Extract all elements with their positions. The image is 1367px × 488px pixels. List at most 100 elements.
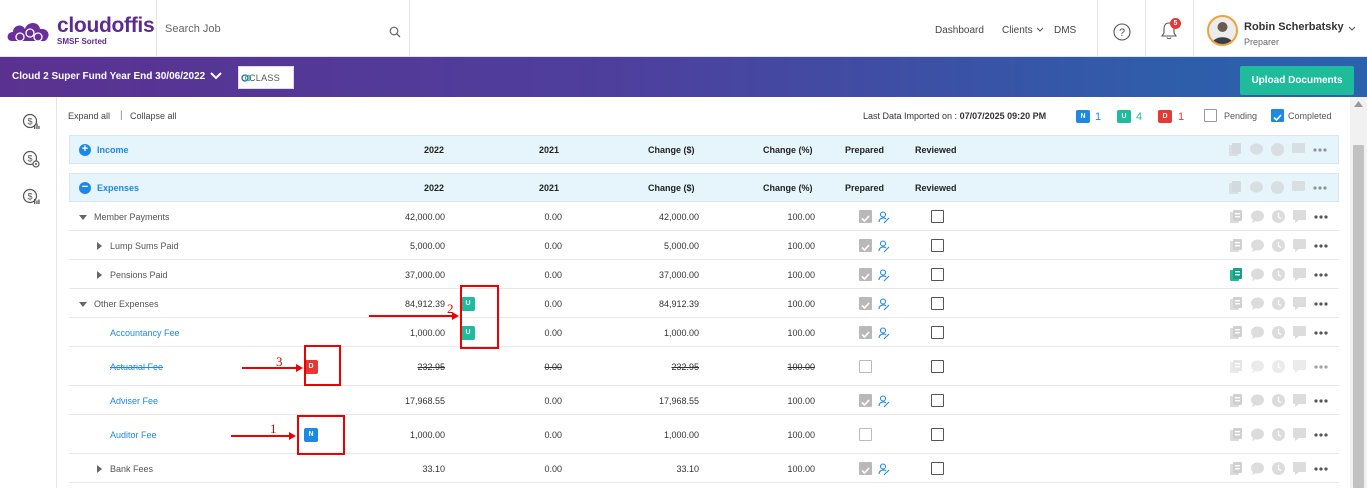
reviewed-checkbox[interactable] [931, 462, 944, 475]
note-icon[interactable] [1292, 359, 1307, 374]
document-icon[interactable] [1229, 461, 1244, 476]
history-icon[interactable] [1271, 296, 1286, 311]
more-icon[interactable] [1314, 467, 1328, 471]
expand-all-link[interactable]: Expand all [68, 111, 110, 121]
comment-icon[interactable] [1250, 325, 1265, 340]
note-icon[interactable] [1291, 180, 1306, 195]
document-icon[interactable] [1229, 325, 1244, 340]
nav-dashboard[interactable]: Dashboard [935, 25, 984, 36]
dollar-list-icon[interactable]: $ [22, 188, 40, 206]
history-icon[interactable] [1271, 427, 1286, 442]
history-icon[interactable] [1271, 238, 1286, 253]
notifications-button[interactable]: 5 [1148, 0, 1196, 57]
history-icon[interactable] [1270, 142, 1285, 157]
document-icon[interactable] [1229, 359, 1244, 374]
caret-down-icon[interactable] [79, 213, 87, 221]
row-label[interactable]: Adviser Fee [110, 396, 158, 406]
more-icon[interactable] [1313, 148, 1327, 152]
prepared-checkbox[interactable] [859, 360, 872, 373]
history-icon[interactable] [1271, 325, 1286, 340]
table-row[interactable]: Other Expenses 84,912.39 0.00 84,912.39 100.… [69, 289, 1339, 318]
document-icon[interactable] [1228, 142, 1243, 157]
pending-checkbox[interactable] [1204, 109, 1217, 122]
caret-down-icon[interactable] [79, 300, 87, 308]
note-icon[interactable] [1292, 325, 1307, 340]
document-icon[interactable] [1229, 267, 1244, 282]
upload-documents-button[interactable]: Upload Documents [1240, 66, 1354, 95]
expenses-section-header[interactable]: − Expenses 2022 2021 Change ($) Change (… [69, 173, 1339, 202]
prepared-checkbox[interactable] [859, 326, 872, 339]
history-icon[interactable] [1271, 359, 1286, 374]
more-icon[interactable] [1314, 244, 1328, 248]
table-row[interactable]: Member Payments 42,000.00 0.00 42,000.00 100… [69, 202, 1339, 231]
table-row[interactable]: Lump Sums Paid 5,000.00 0.00 5,000.00 100.00 [69, 231, 1339, 260]
more-icon[interactable] [1314, 273, 1328, 277]
note-icon[interactable] [1292, 238, 1307, 253]
note-icon[interactable] [1292, 461, 1307, 476]
user-menu[interactable]: Robin Scherbatsky Preparer [1196, 0, 1364, 57]
reviewed-checkbox[interactable] [931, 428, 944, 441]
history-icon[interactable] [1271, 461, 1286, 476]
comment-icon[interactable] [1249, 180, 1264, 195]
collapse-all-link[interactable]: Collapse all [130, 111, 177, 121]
completed-checkbox[interactable] [1271, 109, 1284, 122]
nav-dms[interactable]: DMS [1054, 25, 1076, 36]
comment-icon[interactable] [1250, 238, 1265, 253]
search-icon[interactable] [389, 26, 401, 38]
note-icon[interactable] [1292, 393, 1307, 408]
chevron-down-icon[interactable] [210, 72, 222, 80]
reviewed-checkbox[interactable] [931, 239, 944, 252]
more-icon[interactable] [1314, 331, 1328, 335]
vertical-scrollbar[interactable] [1350, 97, 1367, 488]
history-icon[interactable] [1271, 393, 1286, 408]
note-icon[interactable] [1292, 427, 1307, 442]
caret-right-icon[interactable] [95, 465, 103, 473]
comment-icon[interactable] [1250, 296, 1265, 311]
document-icon[interactable] [1229, 238, 1244, 253]
more-icon[interactable] [1314, 215, 1328, 219]
comment-icon[interactable] [1249, 142, 1264, 157]
prepared-checkbox[interactable] [859, 394, 872, 407]
table-row[interactable]: Adviser Fee 17,968.55 0.00 17,968.55 100.00 [69, 386, 1339, 415]
row-label[interactable]: Auditor Fee [110, 430, 157, 440]
dollar-settings-icon[interactable]: $ [22, 150, 40, 168]
note-icon[interactable] [1292, 267, 1307, 282]
table-row[interactable]: Accountancy Fee 1,000.00 0.00 1,000.00 100.0… [69, 318, 1339, 347]
note-icon[interactable] [1292, 296, 1307, 311]
more-icon[interactable] [1314, 399, 1328, 403]
collapse-icon[interactable]: − [79, 182, 91, 194]
comment-icon[interactable] [1250, 359, 1265, 374]
document-icon[interactable] [1229, 209, 1244, 224]
prepared-checkbox[interactable] [859, 462, 872, 475]
caret-right-icon[interactable] [95, 271, 103, 279]
document-icon[interactable] [1228, 180, 1243, 195]
prepared-checkbox[interactable] [859, 210, 872, 223]
income-section-header[interactable]: + Income 2022 2021 Change ($) Change (%)… [69, 135, 1339, 164]
more-icon[interactable] [1314, 433, 1328, 437]
comment-icon[interactable] [1250, 427, 1265, 442]
history-icon[interactable] [1271, 209, 1286, 224]
reviewed-checkbox[interactable] [931, 394, 944, 407]
search-input[interactable] [165, 23, 365, 35]
document-icon[interactable] [1229, 393, 1244, 408]
cloudoffis-logo[interactable]: cloudoffis SMSF Sorted [6, 14, 156, 48]
reviewed-checkbox[interactable] [931, 268, 944, 281]
document-icon[interactable] [1229, 427, 1244, 442]
prepared-checkbox[interactable] [859, 428, 872, 441]
comment-icon[interactable] [1250, 461, 1265, 476]
reviewed-checkbox[interactable] [931, 297, 944, 310]
document-icon[interactable] [1229, 296, 1244, 311]
table-row[interactable]: Pensions Paid 37,000.00 0.00 37,000.00 100.0… [69, 260, 1339, 289]
more-icon[interactable] [1313, 186, 1327, 190]
reviewed-checkbox[interactable] [931, 360, 944, 373]
scroll-thumb[interactable] [1353, 145, 1364, 488]
job-title[interactable]: Cloud 2 Super Fund Year End 30/06/2022 [12, 71, 205, 82]
prepared-checkbox[interactable] [859, 268, 872, 281]
reviewed-checkbox[interactable] [931, 210, 944, 223]
history-icon[interactable] [1270, 180, 1285, 195]
prepared-checkbox[interactable] [859, 297, 872, 310]
prepared-checkbox[interactable] [859, 239, 872, 252]
row-label[interactable]: Actuarial Fee [110, 362, 163, 372]
more-icon[interactable] [1314, 365, 1328, 369]
scroll-up-icon[interactable] [1354, 101, 1363, 107]
